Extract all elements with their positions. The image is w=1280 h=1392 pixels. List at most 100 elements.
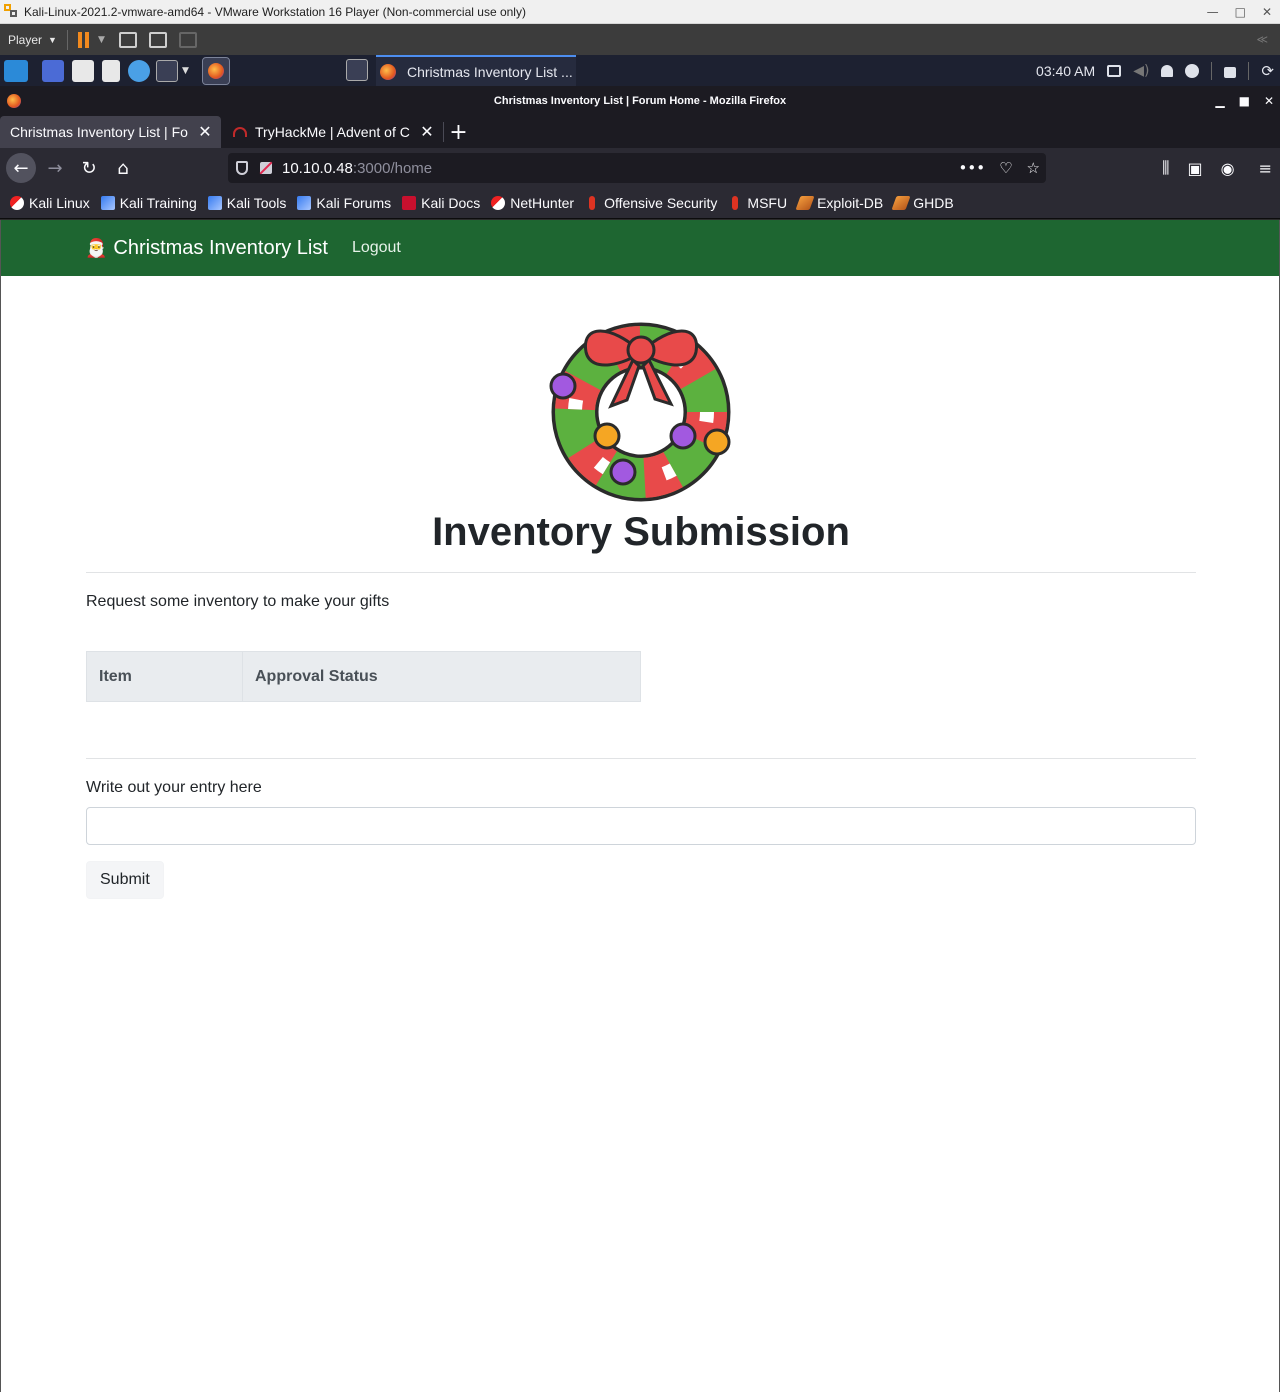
tryhackme-icon — [233, 127, 247, 137]
site-brand-link[interactable]: 🎅 Christmas Inventory List — [85, 237, 328, 260]
inventory-table: Item Approval Status — [86, 651, 641, 702]
column-header-approval-status: Approval Status — [242, 651, 641, 702]
kali-dragon-icon — [10, 196, 24, 210]
account-icon[interactable]: ◉ — [1221, 159, 1235, 178]
maximize-icon[interactable]: □ — [1235, 5, 1246, 19]
exploitdb-icon — [795, 196, 815, 210]
offsec-icon — [589, 196, 596, 210]
minimize-icon[interactable]: ▁ — [1215, 94, 1224, 108]
firefox-icon — [380, 63, 396, 80]
page-actions-ellipsis-icon[interactable]: ••• — [959, 159, 986, 177]
bookmark-ghdb[interactable]: GHDB — [891, 195, 954, 211]
page-title: Inventory Submission — [432, 510, 850, 554]
tab-tryhackme[interactable]: TryHackMe | Advent of C ✕ — [221, 116, 443, 148]
home-icon[interactable]: ⌂ — [108, 153, 138, 183]
firefox-window-title: Christmas Inventory List | Forum Home - … — [493, 95, 787, 107]
bookmark-label: Offensive Security — [604, 195, 718, 211]
tab-strip: Christmas Inventory List | Fo ✕ TryHackM… — [0, 116, 1280, 148]
maximize-icon[interactable]: ■ — [1239, 94, 1250, 108]
lock-icon[interactable] — [1224, 67, 1237, 78]
wreath-image — [541, 304, 741, 504]
close-tab-icon[interactable]: ✕ — [197, 122, 213, 142]
nethunter-icon — [491, 196, 506, 210]
bookmark-kali-docs[interactable]: Kali Docs — [402, 195, 480, 211]
reload-icon[interactable]: ↻ — [74, 153, 104, 183]
show-desktop-icon[interactable] — [42, 59, 64, 82]
new-tab-plus-icon[interactable]: + — [443, 120, 473, 145]
taskbar-firefox-window[interactable]: Christmas Inventory List ... — [376, 55, 576, 86]
unity-icon[interactable] — [178, 31, 197, 48]
terminal-window-icon[interactable] — [346, 59, 368, 81]
exploitdb-icon — [891, 196, 911, 210]
library-icon[interactable]: ⫼ — [1162, 158, 1169, 178]
bookmark-kali-linux[interactable]: Kali Linux — [10, 195, 90, 211]
close-icon[interactable]: ✕ — [1262, 5, 1272, 19]
forward-arrow-icon[interactable]: → — [40, 153, 70, 183]
kali-menu-icon[interactable] — [4, 59, 28, 82]
minimize-icon[interactable]: — — [1207, 5, 1219, 19]
navigation-toolbar: ← → ↻ ⌂ 10.10.0.48:3000/home ••• ♡ ☆ ⫼ ▣… — [0, 148, 1280, 188]
browser-globe-icon[interactable] — [128, 59, 150, 82]
firefox-launcher-icon[interactable] — [201, 56, 230, 85]
send-ctrl-alt-del-icon[interactable] — [118, 31, 137, 48]
logout-power-icon[interactable]: ⟳ — [1261, 62, 1274, 80]
bookmark-nethunter[interactable]: NetHunter — [491, 195, 574, 211]
chevron-down-icon: ▼ — [48, 34, 57, 45]
workspace-icon[interactable] — [1107, 64, 1122, 77]
notifications-bell-icon[interactable] — [1161, 64, 1174, 77]
bookmark-label: NetHunter — [510, 195, 575, 211]
url-host: 10.10.0.48 — [282, 159, 353, 177]
entry-field-label: Write out your entry here — [86, 779, 262, 796]
bookmark-exploit-db[interactable]: Exploit-DB — [795, 195, 883, 211]
kali-taskbar: ▼ Christmas Inventory List ... 03:40 AM … — [0, 55, 1280, 86]
tracking-protection-shield-icon[interactable] — [236, 161, 248, 175]
text-editor-icon[interactable] — [102, 59, 120, 82]
kali-training-icon — [297, 196, 312, 210]
page-description: Request some inventory to make your gift… — [86, 593, 390, 610]
vmware-title-bar: Kali-Linux-2021.2-vmware-amd64 - VMware … — [0, 0, 1280, 24]
collapse-toolbar-icon[interactable]: ≪ — [1256, 33, 1268, 46]
sidebar-icon[interactable]: ▣ — [1188, 159, 1203, 178]
chevron-down-icon[interactable]: ▼ — [182, 66, 189, 76]
fullscreen-icon[interactable] — [148, 31, 167, 48]
bookmark-label: Kali Linux — [29, 195, 90, 211]
power-manager-icon[interactable] — [1185, 63, 1200, 78]
insecure-lock-icon[interactable] — [260, 162, 272, 174]
bookmark-star-icon[interactable]: ☆ — [1027, 159, 1040, 177]
url-path: :3000/home — [352, 159, 433, 177]
kali-training-icon — [207, 196, 222, 210]
volume-icon[interactable]: ◀) — [1133, 63, 1149, 79]
close-tab-icon[interactable]: ✕ — [419, 122, 435, 142]
player-menu[interactable]: Player ▼ — [8, 33, 57, 47]
bookmark-msfu[interactable]: MSFU — [728, 195, 787, 211]
url-text[interactable]: 10.10.0.48:3000/home — [282, 160, 432, 177]
firefox-window-titlebar: Christmas Inventory List | Forum Home - … — [0, 86, 1280, 116]
bookmark-kali-tools[interactable]: Kali Tools — [207, 195, 286, 211]
page-viewport: 🎅 Christmas Inventory List Logout Invent… — [0, 220, 1280, 1392]
bookmark-kali-forums[interactable]: Kali Forums — [297, 195, 391, 211]
entry-input[interactable] — [86, 807, 1196, 845]
logout-link[interactable]: Logout — [352, 239, 401, 257]
kali-training-icon — [100, 196, 115, 210]
vmware-window-title: Kali-Linux-2021.2-vmware-amd64 - VMware … — [24, 4, 526, 19]
url-bar[interactable]: 10.10.0.48:3000/home ••• ♡ ☆ — [228, 153, 1046, 183]
tab-christmas-inventory[interactable]: Christmas Inventory List | Fo ✕ — [0, 116, 221, 148]
taskbar-window-label: Christmas Inventory List ... — [407, 63, 573, 80]
bookmark-kali-training[interactable]: Kali Training — [100, 195, 197, 211]
hamburger-menu-icon[interactable]: ≡ — [1259, 159, 1272, 178]
submit-button[interactable]: Submit — [86, 861, 164, 899]
vmware-logo-icon — [4, 3, 20, 20]
file-manager-icon[interactable] — [72, 59, 94, 82]
clock[interactable]: 03:40 AM — [1036, 63, 1095, 79]
firefox-icon — [7, 94, 21, 108]
chevron-down-icon[interactable]: ▼ — [98, 35, 105, 45]
divider — [86, 758, 1196, 759]
terminal-icon[interactable] — [156, 59, 178, 82]
divider — [86, 572, 1196, 573]
tab-label: Christmas Inventory List | Fo — [10, 124, 188, 140]
bookmark-offensive-security[interactable]: Offensive Security — [585, 195, 717, 211]
pause-icon[interactable] — [77, 31, 90, 48]
close-icon[interactable]: ✕ — [1264, 94, 1274, 108]
back-arrow-icon[interactable]: ← — [6, 153, 36, 183]
pocket-icon[interactable]: ♡ — [999, 159, 1012, 177]
